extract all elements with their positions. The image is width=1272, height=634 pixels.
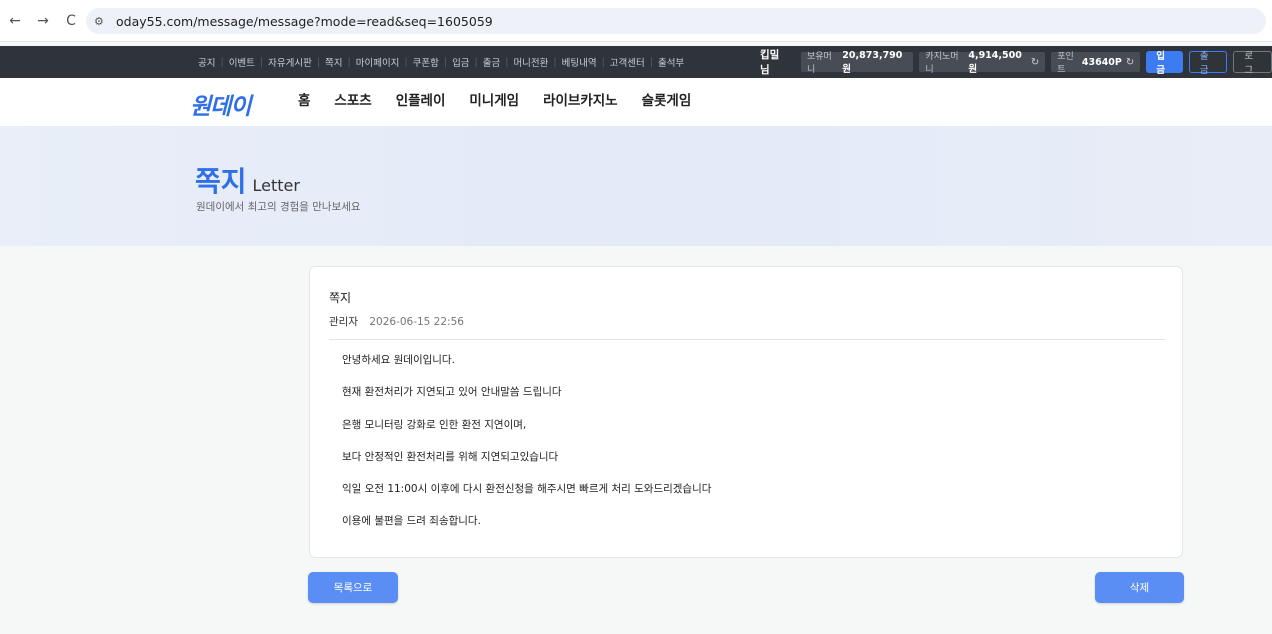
utility-links: 공지 | 이벤트 | 자유게시판 | 쪽지 | 마이페이지 | 쿠폰함 | 입금 | 출금 | … bbox=[193, 46, 689, 78]
message-line: 익일 오전 11:00시 이후에 다시 환전신청을 해주시면 빠르게 처리 도와… bbox=[342, 483, 712, 496]
site-logo[interactable]: 원데이 bbox=[190, 87, 251, 121]
casino-money-pill: 카지노머니 4,914,500원 ↻ bbox=[919, 49, 1046, 75]
nav-item-minigame[interactable]: 미니게임 bbox=[469, 89, 519, 109]
nav-item-sports[interactable]: 스포츠 bbox=[334, 89, 371, 109]
page-title-english: Letter bbox=[252, 176, 300, 195]
url-text: oday55.com/message/message?mode=read&seq… bbox=[116, 13, 493, 29]
message-date: 2026-06-15 22:56 bbox=[369, 316, 464, 328]
top-link-notice[interactable]: 공지 bbox=[193, 55, 220, 69]
withdraw-button[interactable]: 출금 bbox=[1188, 51, 1228, 76]
top-utility-bar: 공지 | 이벤트 | 자유게시판 | 쪽지 | 마이페이지 | 쿠폰함 | 입금 | 출금 | … bbox=[0, 46, 1272, 78]
balance-value: 20,873,790원 bbox=[842, 49, 903, 75]
balance-pill: 보유머니 20,873,790원 bbox=[800, 49, 914, 75]
back-icon[interactable]: ← bbox=[2, 8, 28, 34]
user-area: 킵밀 님 보유머니 20,873,790원 카지노머니 4,914,500원 ↻… bbox=[760, 46, 1272, 78]
message-body: 안녕하세요 원데이입니다. 현재 환전처리가 지연되고 있어 안내말씀 드립니다… bbox=[342, 353, 711, 547]
message-title: 쪽지 bbox=[329, 291, 352, 305]
page-title: 쪽지 Letter bbox=[195, 160, 300, 200]
top-link-message[interactable]: 쪽지 bbox=[320, 55, 347, 69]
top-link-bet-history[interactable]: 베팅내역 bbox=[557, 55, 602, 69]
point-value: 43640P bbox=[1081, 56, 1122, 68]
top-link-coupon[interactable]: 쿠폰함 bbox=[408, 55, 444, 69]
browser-toolbar: ← → C ⚙ oday55.com/message/message?mode=… bbox=[0, 0, 1272, 42]
page-hero: 쪽지 Letter 원데이에서 최고의 경험을 만나보세요 bbox=[0, 126, 1272, 246]
point-pill: 포인트 43640P ↻ bbox=[1051, 52, 1141, 75]
refresh-icon[interactable]: ↻ bbox=[1031, 57, 1039, 68]
message-card: 쪽지 관리자 2026-06-15 22:56 안녕하세요 원데이입니다. 현재… bbox=[309, 266, 1183, 558]
point-label: 포인트 bbox=[1057, 52, 1074, 75]
message-line: 안녕하세요 원데이입니다. bbox=[342, 354, 455, 366]
page-title-korean: 쪽지 bbox=[195, 165, 247, 198]
message-line: 보다 안정적인 환전처리를 위해 지연되고있습니다 bbox=[342, 450, 559, 463]
delete-button[interactable]: 삭제 bbox=[1095, 572, 1184, 603]
refresh-icon[interactable]: ↻ bbox=[1126, 57, 1134, 68]
nav-item-inplay[interactable]: 인플레이 bbox=[396, 89, 446, 109]
main-nav: 원데이 홈 스포츠 인플레이 미니게임 라이브카지노 슬롯게임 bbox=[0, 78, 1272, 126]
message-meta: 관리자 2026-06-15 22:56 bbox=[329, 314, 464, 329]
logout-button[interactable]: 로그 bbox=[1233, 51, 1272, 76]
top-link-money-convert[interactable]: 머니전환 bbox=[508, 55, 553, 69]
divider bbox=[329, 339, 1165, 340]
page-subtitle: 원데이에서 최고의 경험을 만나보세요 bbox=[196, 201, 361, 213]
deposit-button[interactable]: 입금 bbox=[1146, 51, 1183, 76]
nav-item-live-casino[interactable]: 라이브카지노 bbox=[543, 89, 618, 109]
address-bar[interactable]: ⚙ oday55.com/message/message?mode=read&s… bbox=[86, 8, 1266, 34]
top-link-deposit[interactable]: 입금 bbox=[447, 55, 474, 69]
message-line: 은행 모니터링 강화로 인한 환전 지연이며, bbox=[342, 418, 527, 431]
top-link-board[interactable]: 자유게시판 bbox=[263, 55, 317, 69]
nav-item-home[interactable]: 홈 bbox=[298, 89, 310, 109]
message-line: 현재 환전처리가 지연되고 있어 안내말씀 드립니다 bbox=[342, 386, 562, 399]
top-link-event[interactable]: 이벤트 bbox=[224, 55, 260, 69]
site-settings-icon[interactable]: ⚙ bbox=[94, 15, 112, 28]
top-link-support[interactable]: 고객센터 bbox=[605, 55, 650, 69]
forward-icon[interactable]: → bbox=[30, 8, 56, 34]
top-link-withdraw[interactable]: 출금 bbox=[478, 55, 505, 69]
balance-label: 보유머니 bbox=[806, 52, 832, 75]
casino-money-value: 4,914,500원 bbox=[968, 49, 1022, 75]
main-menu: 홈 스포츠 인플레이 미니게임 라이브카지노 슬롯게임 bbox=[298, 78, 691, 120]
username: 킵밀 님 bbox=[760, 49, 780, 76]
back-to-list-button[interactable]: 목록으로 bbox=[308, 572, 398, 603]
message-line: 이용에 불편을 드려 죄송합니다. bbox=[342, 515, 481, 528]
top-link-attendance[interactable]: 출석부 bbox=[653, 55, 689, 69]
nav-item-slot[interactable]: 슬롯게임 bbox=[642, 89, 692, 109]
message-sender: 관리자 bbox=[329, 316, 358, 328]
top-link-mypage[interactable]: 마이페이지 bbox=[351, 55, 405, 69]
reload-icon[interactable]: C bbox=[58, 8, 84, 34]
casino-money-label: 카지노머니 bbox=[925, 52, 959, 75]
